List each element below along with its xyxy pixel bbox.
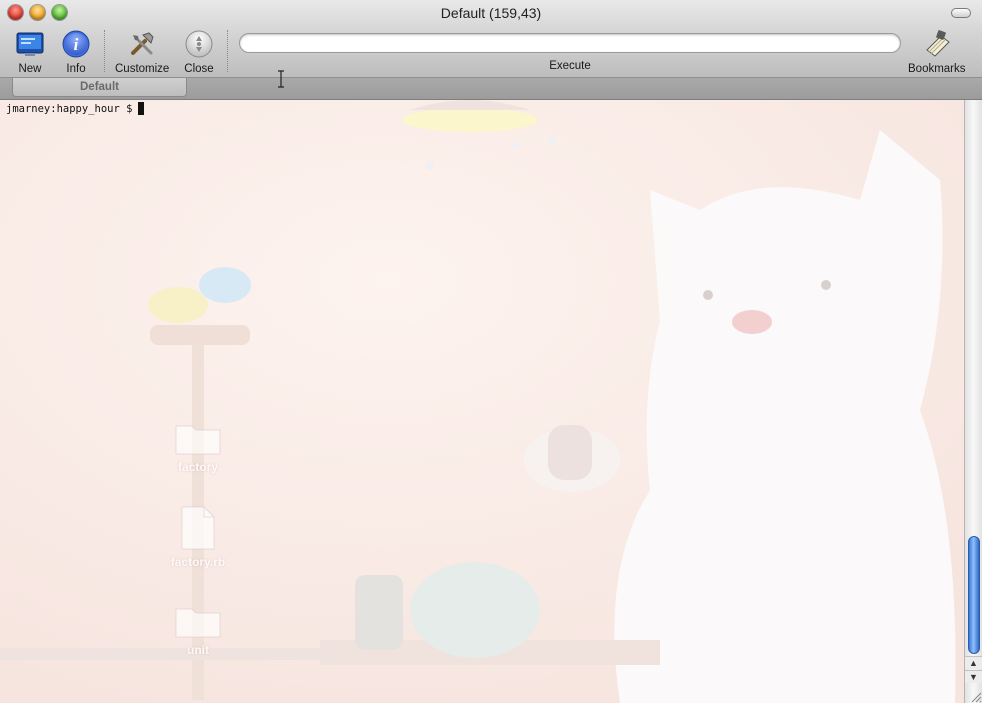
terminal-prompt: jmarney:happy_hour $ (6, 102, 145, 115)
desktop-icon-label: factory (177, 460, 218, 474)
folder-icon (175, 608, 221, 638)
document-icon (181, 506, 215, 550)
ibeam-cursor-icon (278, 70, 284, 88)
tab-default[interactable]: Default (12, 78, 187, 97)
execute-label: Execute (549, 60, 591, 72)
folder-icon (175, 425, 221, 455)
desktop-icon-factory-rb[interactable]: factory.rb (158, 505, 238, 569)
prompt-text: jmarney:happy_hour $ (6, 102, 133, 115)
info-button-label: Info (66, 63, 86, 75)
tab-bar: Default (0, 78, 982, 100)
close-button[interactable]: Close (183, 28, 215, 75)
bookmarks-button-label: Bookmarks (908, 63, 966, 75)
customize-button[interactable]: Customize (115, 28, 169, 75)
text-cursor (138, 102, 145, 115)
wallpaper-image (0, 100, 964, 703)
desktop-icon-label: factory.rb (170, 555, 226, 569)
svg-text:i: i (74, 35, 79, 54)
customize-button-label: Customize (115, 63, 170, 75)
toolbar-separator (227, 30, 228, 72)
terminal-window: Default (159,43) New i Info Customize Cl… (0, 0, 982, 703)
toolbar: Default (159,43) New i Info Customize Cl… (0, 0, 982, 78)
scroll-thumb[interactable] (968, 536, 980, 654)
scroll-down-arrow[interactable]: ▼ (965, 670, 982, 683)
toolbar-separator (104, 30, 105, 72)
bookmarks-icon (921, 28, 953, 60)
desktop-icon-factory[interactable]: factory (158, 420, 238, 474)
new-terminal-icon (14, 28, 46, 60)
new-button-label: New (18, 63, 42, 75)
vertical-scrollbar[interactable]: ▲ ▼ (964, 100, 982, 703)
toolbar-toggle-button[interactable] (951, 8, 971, 18)
close-button-label: Close (184, 63, 214, 75)
desktop-icon-unit[interactable]: unit (158, 603, 238, 657)
scroll-up-arrow[interactable]: ▲ (965, 656, 982, 669)
info-button[interactable]: i Info (60, 28, 92, 75)
tools-icon (126, 28, 158, 60)
new-button[interactable]: New (14, 28, 46, 75)
desktop-icon-label: unit (187, 643, 209, 657)
info-icon: i (60, 28, 92, 60)
terminal-view[interactable]: jmarney:happy_hour $ factory factory.rb … (0, 100, 964, 703)
window-title: Default (159,43) (440, 5, 542, 21)
bookmarks-button[interactable]: Bookmarks (908, 28, 966, 75)
close-icon (183, 28, 215, 60)
command-input[interactable] (239, 33, 901, 53)
resize-grip-icon[interactable] (968, 689, 982, 703)
